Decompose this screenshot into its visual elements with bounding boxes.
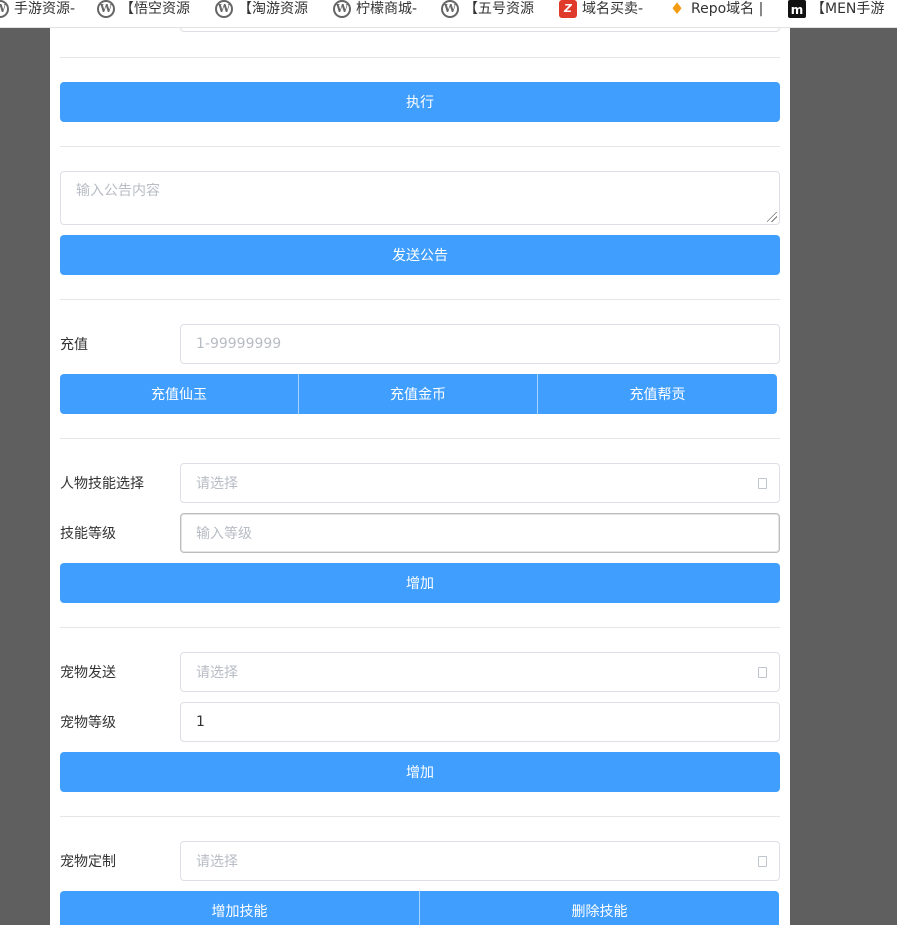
pet-custom-label: 宠物定制 bbox=[60, 854, 116, 870]
men-black-icon: m bbox=[788, 0, 806, 18]
admin-panel: 执行 输入公告内容 发送公告 充值 1-99999999 充值仙玉 充值金币 充… bbox=[50, 28, 790, 925]
bookmark-label: 【MEN手游 bbox=[811, 0, 885, 17]
pet-level-label: 宠物等级 bbox=[60, 715, 116, 731]
wordpress-icon: W bbox=[0, 0, 9, 18]
bookmark-item[interactable]: ♦ Repo域名 | bbox=[668, 0, 764, 18]
dropdown-icon bbox=[758, 667, 767, 678]
recharge-gold-button[interactable]: 充值金币 bbox=[299, 374, 538, 414]
recharge-contribution-button[interactable]: 充值帮贡 bbox=[538, 374, 777, 414]
bookmark-label: 【悟空资源 bbox=[120, 0, 190, 17]
announcement-textarea[interactable]: 输入公告内容 bbox=[60, 171, 780, 225]
wordpress-icon: W bbox=[97, 0, 115, 18]
recharge-placeholder: 1-99999999 bbox=[196, 336, 282, 352]
skill-select-label: 人物技能选择 bbox=[60, 476, 144, 492]
divider bbox=[60, 146, 780, 147]
divider bbox=[60, 299, 780, 300]
pet-select[interactable]: 请选择 bbox=[180, 652, 780, 692]
add-skill-button[interactable]: 增加 bbox=[60, 563, 780, 603]
bookmark-label: Repo域名 | bbox=[691, 0, 764, 17]
skill-level-label: 技能等级 bbox=[60, 526, 116, 542]
pet-level-value: 1 bbox=[196, 714, 205, 730]
bookmark-item[interactable]: W 【悟空资源 bbox=[97, 0, 190, 18]
bookmark-item[interactable]: W 柠檬商城- bbox=[333, 0, 417, 18]
dropdown-icon bbox=[758, 478, 767, 489]
pet-custom-placeholder: 请选择 bbox=[196, 854, 238, 870]
remove-pet-skill-button[interactable]: 删除技能 bbox=[420, 891, 779, 925]
add-pet-skill-button[interactable]: 增加技能 bbox=[60, 891, 420, 925]
add-pet-button[interactable]: 增加 bbox=[60, 752, 780, 792]
domain-red-icon: Z bbox=[559, 0, 577, 18]
send-announcement-button[interactable]: 发送公告 bbox=[60, 235, 780, 275]
pet-custom-select[interactable]: 请选择 bbox=[180, 841, 780, 881]
recharge-label: 充值 bbox=[60, 337, 88, 353]
wordpress-icon: W bbox=[441, 0, 459, 18]
execute-button[interactable]: 执行 bbox=[60, 82, 780, 122]
repo-orange-icon: ♦ bbox=[669, 0, 685, 18]
bookmark-item[interactable]: W 【五号资源 bbox=[441, 0, 534, 18]
skill-select[interactable]: 请选择 bbox=[180, 463, 780, 503]
bookmark-item[interactable]: Z 域名买卖- bbox=[559, 0, 643, 18]
resize-grip-icon[interactable] bbox=[767, 212, 777, 222]
bookmark-label: 【淘游资源 bbox=[238, 0, 308, 17]
bookmark-item[interactable]: m 【MEN手游 bbox=[788, 0, 884, 18]
divider bbox=[60, 438, 780, 439]
divider bbox=[60, 627, 780, 628]
bookmark-label: 【五号资源 bbox=[464, 0, 534, 17]
cut-off-input[interactable] bbox=[180, 28, 780, 32]
bookmark-item[interactable]: W 手游资源- bbox=[0, 0, 75, 18]
divider bbox=[60, 57, 780, 58]
dropdown-icon bbox=[758, 856, 767, 867]
announcement-placeholder: 输入公告内容 bbox=[76, 183, 160, 199]
bookmark-label: 柠檬商城- bbox=[356, 0, 418, 17]
pet-skill-button-group: 增加技能 删除技能 bbox=[60, 891, 779, 925]
recharge-button-group: 充值仙玉 充值金币 充值帮贡 bbox=[60, 374, 777, 414]
bookmark-item[interactable]: W 【淘游资源 bbox=[215, 0, 308, 18]
skill-level-input[interactable]: 输入等级 bbox=[180, 513, 780, 553]
wordpress-icon: W bbox=[215, 0, 233, 18]
recharge-amount-input[interactable]: 1-99999999 bbox=[180, 324, 780, 364]
recharge-jade-button[interactable]: 充值仙玉 bbox=[60, 374, 299, 414]
skill-select-placeholder: 请选择 bbox=[196, 476, 238, 492]
pet-select-placeholder: 请选择 bbox=[196, 665, 238, 681]
divider bbox=[60, 816, 780, 817]
pet-level-input[interactable]: 1 bbox=[180, 702, 780, 742]
skill-level-placeholder: 输入等级 bbox=[196, 526, 252, 542]
pet-send-label: 宠物发送 bbox=[60, 665, 116, 681]
bookmark-label: 手游资源- bbox=[14, 0, 76, 17]
bookmarks-bar: W 手游资源- W 【悟空资源 W 【淘游资源 W 柠檬商城- W 【五号资源 … bbox=[0, 0, 897, 28]
bookmark-label: 域名买卖- bbox=[582, 0, 644, 17]
wordpress-icon: W bbox=[333, 0, 351, 18]
